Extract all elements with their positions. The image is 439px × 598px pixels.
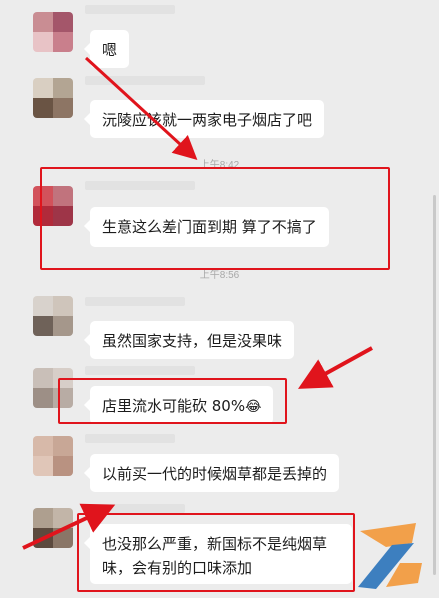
arrow-icon [84,56,198,161]
arrow-icon [22,503,116,550]
annotation-arrows [22,56,373,550]
arrow-icon [297,346,373,389]
watermark-logo-icon [358,523,422,589]
